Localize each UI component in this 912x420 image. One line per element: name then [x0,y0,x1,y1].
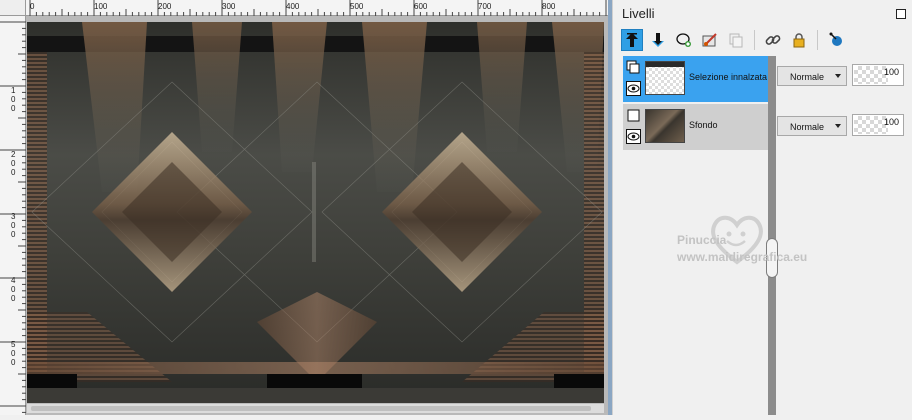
opacity-swatch [854,116,888,134]
opacity-value: 100 [883,67,899,77]
thumbnail-top-band [646,62,684,67]
watermark-url: www.maidiregrafica.eu [677,250,808,264]
new-layer-icon[interactable] [673,29,695,51]
panel-title: Livelli [622,6,655,21]
horizontal-scroll-thumb[interactable] [31,406,591,411]
lock-layer-icon[interactable] [788,29,810,51]
layer-name: Selezione innalzata [689,72,768,82]
ruler-label-200: 200 [158,2,172,11]
blend-mode-value: Normale [790,72,825,82]
horizontal-ruler: 0 100 200 300 400 500 600 700 800 [26,0,608,16]
vruler-label-500: 5 0 0 [11,340,16,367]
opacity-value: 100 [883,117,899,127]
layer-row-sfondo[interactable]: Sfondo [623,104,768,150]
layer-list: Selezione innalzata Sfondo [623,56,768,151]
horizontal-ruler-ticks [29,0,607,16]
link-layers-icon[interactable] [762,29,784,51]
layer-group-icon[interactable] [626,60,641,75]
duplicate-layer-icon[interactable] [725,29,747,51]
blend-mode-dropdown[interactable]: Normale [777,66,847,86]
blend-mode-value: Normale [790,122,825,132]
ruler-label-600: 600 [414,2,428,11]
opacity-swatch [854,66,888,84]
vruler-label-400: 4 0 0 [11,276,16,303]
layer-properties-icon[interactable] [825,29,847,51]
toolbar-separator [754,30,755,50]
visibility-eye-icon[interactable] [626,129,641,144]
ruler-corner [0,0,26,16]
maximize-panel-icon[interactable] [896,9,906,19]
vertical-ruler: 1 0 0 2 0 0 3 0 0 4 0 0 5 0 0 [0,16,26,415]
canvas-image[interactable] [27,22,604,403]
raster-layer-icon[interactable] [626,108,641,123]
layer-thumbnail [645,109,685,143]
ruler-label-800: 800 [542,2,556,11]
chevron-down-icon [835,124,841,128]
layer-name: Sfondo [689,120,718,130]
move-layer-up-icon[interactable] [621,29,643,51]
move-layer-down-icon[interactable] [647,29,669,51]
layers-toolbar [621,27,847,53]
chevron-down-icon [835,74,841,78]
ruler-label-100: 100 [94,2,108,11]
ruler-label-0: 0 [30,2,35,11]
ruler-label-500: 500 [350,2,364,11]
ruler-label-300: 300 [222,2,236,11]
layer-thumbnail [645,61,685,95]
toolbar-separator [817,30,818,50]
ruler-label-700: 700 [478,2,492,11]
opacity-field[interactable]: 100 [852,64,904,86]
brush-layer-icon[interactable] [699,29,721,51]
vruler-label-300: 3 0 0 [11,212,16,239]
vruler-label-100: 1 0 0 [11,86,16,113]
ruler-label-400: 400 [286,2,300,11]
abstract-pattern-artwork [27,22,604,403]
horizontal-scrollbar[interactable] [27,403,604,413]
vruler-label-200: 2 0 0 [11,150,16,177]
image-workspace: 0 100 200 300 400 500 600 700 800 1 0 0 … [0,0,608,415]
visibility-eye-icon[interactable] [626,81,641,96]
opacity-field[interactable]: 100 [852,114,904,136]
layer-row-selezione-innalzata[interactable]: Selezione innalzata [623,56,768,102]
watermark-name: Pinuccia [677,233,727,247]
blend-mode-dropdown[interactable]: Normale [777,116,847,136]
